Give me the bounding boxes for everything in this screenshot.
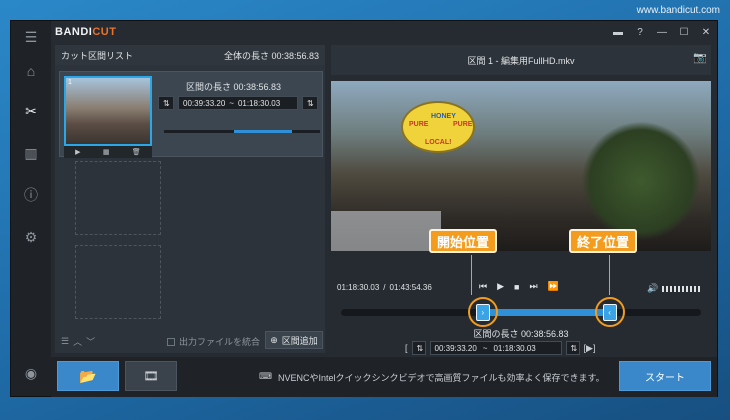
stop-icon[interactable]: ■ [514, 282, 519, 292]
cut-list-panel: カット区間リスト 全体の長さ 00:38:56.83 1 ▶ ▦ 🗑 区間の長さ… [55, 45, 325, 353]
start-callout-line [471, 255, 472, 295]
time-sep: / [383, 283, 386, 292]
app-logo: BANDICUT [55, 26, 117, 38]
list-tools: ☰ ︿ ﹀ [61, 335, 95, 348]
cut-list-header: カット区間リスト 全体の長さ 00:38:56.83 [55, 45, 325, 65]
clip-time-range: ⇅ 00:39:33.20 ~01:18:30.03 ⇅ [158, 96, 318, 110]
merge-label: 出力ファイルを統合 [179, 337, 261, 347]
volume: 🔊 [647, 283, 703, 294]
move-down-icon[interactable]: ﹀ [86, 335, 95, 348]
video-format-icon: 🎞 [143, 369, 159, 383]
volume-slider[interactable] [662, 285, 703, 292]
grid-icon[interactable]: ▦ [103, 148, 110, 156]
start-button[interactable]: スタート [619, 361, 711, 391]
clip-segment-bar [164, 130, 320, 133]
foliage [581, 121, 701, 241]
preview-panel: 区間 1 - 編集用FullHD.mkv 📷 PURE HONEY PURE L… [331, 45, 711, 355]
film-icon[interactable]: ▥ [19, 141, 43, 165]
sign-text: HONEY [431, 113, 456, 120]
add-segment-button[interactable]: ⊕ 区間追加 [265, 331, 323, 349]
playback-controls: ⏮ ▶ ■ ⏭ ⏩ [479, 281, 559, 292]
clip-length: 区間の長さ 00:38:56.83 [186, 82, 282, 92]
plus-icon: ⊕ [270, 334, 278, 345]
time-readout: 01:18:30.03 / 01:43:54.36 [337, 283, 432, 292]
set-start-button[interactable]: [ [405, 343, 408, 353]
segment-length: 区間の長さ 00:38:56.83 [473, 329, 569, 339]
volume-icon[interactable]: 🔊 [647, 283, 658, 294]
end-callout-line [609, 255, 610, 295]
end-time: 01:18:30.03 [493, 343, 536, 353]
clip-thumb-controls: ▶ ▦ 🗑 [64, 146, 152, 158]
end-stepper[interactable]: ⇅ [565, 341, 580, 355]
site-url: www.bandicut.com [636, 5, 720, 16]
gear-icon[interactable]: ⚙ [19, 225, 43, 249]
info-icon[interactable]: ⓘ [19, 183, 43, 207]
time-range-field[interactable]: 00:39:33.20 ~01:18:30.03 [178, 96, 298, 110]
current-time: 01:18:30.03 [337, 283, 380, 292]
help-icon[interactable]: ? [629, 21, 651, 43]
preview-title: 区間 1 - 編集用FullHD.mkv [331, 45, 711, 75]
info-text: NVENCやIntelクイックシンクビデオで高画質ファイルも効率よく保存できます… [278, 373, 605, 383]
sign-text: PURE [409, 121, 429, 128]
end-position-callout: 終了位置 [569, 229, 638, 253]
minimize-icon[interactable]: — [651, 21, 673, 43]
railing [331, 211, 441, 251]
clip-item[interactable]: 1 ▶ ▦ 🗑 区間の長さ 00:38:56.83 ⇅ 00:39:33.20 ~… [59, 71, 323, 158]
set-end-button[interactable]: [▶] [584, 343, 596, 354]
open-folder-button[interactable]: 📂 [57, 361, 119, 391]
camera-icon[interactable]: 📷 [693, 51, 707, 64]
total-length: 全体の長さ 00:38:56.83 [223, 50, 319, 61]
move-up-icon[interactable]: ︿ [73, 335, 82, 348]
info-message: ⌨ NVENCやIntelクイックシンクビデオで高画質ファイルも効率よく保存できま… [259, 371, 605, 384]
segment-time-range: [ ⇅ 00:39:33.20 ~01:18:30.03 ⇅ [▶] [405, 341, 595, 355]
menu-icon[interactable]: ☰ [19, 25, 43, 49]
end-time: 01:18:30.03 [237, 98, 281, 108]
total-time: 01:43:54.36 [389, 283, 432, 292]
close-icon[interactable]: ✕ [695, 21, 717, 43]
cut-list-title: カット区間リスト [61, 50, 134, 61]
cut-icon[interactable]: ✂ [19, 99, 43, 123]
sidebar: ☰ ⌂ ✂ ▥ ⓘ ⚙ ◉ [11, 21, 51, 396]
clip-index: 1 [68, 79, 72, 86]
end-stepper[interactable]: ⇅ [302, 96, 318, 110]
range-sep: ~ [482, 343, 488, 353]
maximize-icon[interactable]: ☐ [673, 21, 695, 43]
start-time: 00:39:33.20 [183, 98, 226, 108]
delete-all-icon[interactable]: ☰ [61, 336, 69, 347]
start-stepper[interactable]: ⇅ [158, 96, 174, 110]
keyboard-icon: ⌨ [259, 371, 272, 381]
start-marker-ring [467, 297, 498, 327]
sign-text: LOCAL! [425, 139, 452, 146]
honey-sign: PURE HONEY PURE LOCAL! [401, 101, 475, 153]
trash-icon[interactable]: 🗑 [132, 148, 141, 156]
clip-segment-fill [234, 130, 292, 133]
bottom-bar: 📂 🎞 ⌨ NVENCやIntelクイックシンクビデオで高画質ファイルも効率よく保… [51, 357, 717, 397]
timeline-track[interactable]: › ‹ [341, 297, 701, 327]
clip-thumbnail[interactable]: 1 [64, 76, 152, 146]
end-icon[interactable]: ⏩ [548, 281, 559, 292]
merge-checkbox[interactable] [167, 337, 175, 346]
app-window: ☰ ⌂ ✂ ▥ ⓘ ⚙ ◉ BANDICUT ▬ ? — ☐ ✕ カット区間リス… [10, 20, 718, 397]
output-format-button[interactable]: 🎞 [125, 361, 177, 391]
play-icon[interactable]: ▶ [497, 281, 504, 292]
merge-option[interactable]: 出力ファイルを統合 [167, 335, 260, 348]
segment-time-field[interactable]: 00:39:33.20 ~01:18:30.03 [429, 341, 562, 355]
start-time: 00:39:33.20 [434, 343, 477, 353]
sign-text: PURE [453, 121, 473, 128]
empty-slot [75, 245, 161, 319]
prev-frame-icon[interactable]: ⏮ [479, 281, 487, 292]
add-segment-label: 区間追加 [281, 335, 318, 346]
record-icon[interactable]: ◉ [19, 361, 43, 385]
start-stepper[interactable]: ⇅ [411, 341, 426, 355]
home-icon[interactable]: ⌂ [19, 59, 43, 83]
video-preview[interactable]: PURE HONEY PURE LOCAL! [331, 81, 711, 251]
range-sep: ~ [229, 98, 234, 108]
folder-icon: 📂 [79, 367, 97, 384]
end-marker-ring [594, 297, 625, 327]
folder-icon[interactable]: ▬ [607, 21, 629, 43]
start-position-callout: 開始位置 [429, 229, 498, 253]
play-icon[interactable]: ▶ [75, 148, 80, 156]
empty-slot [75, 161, 161, 235]
next-frame-icon[interactable]: ⏭ [529, 281, 537, 292]
